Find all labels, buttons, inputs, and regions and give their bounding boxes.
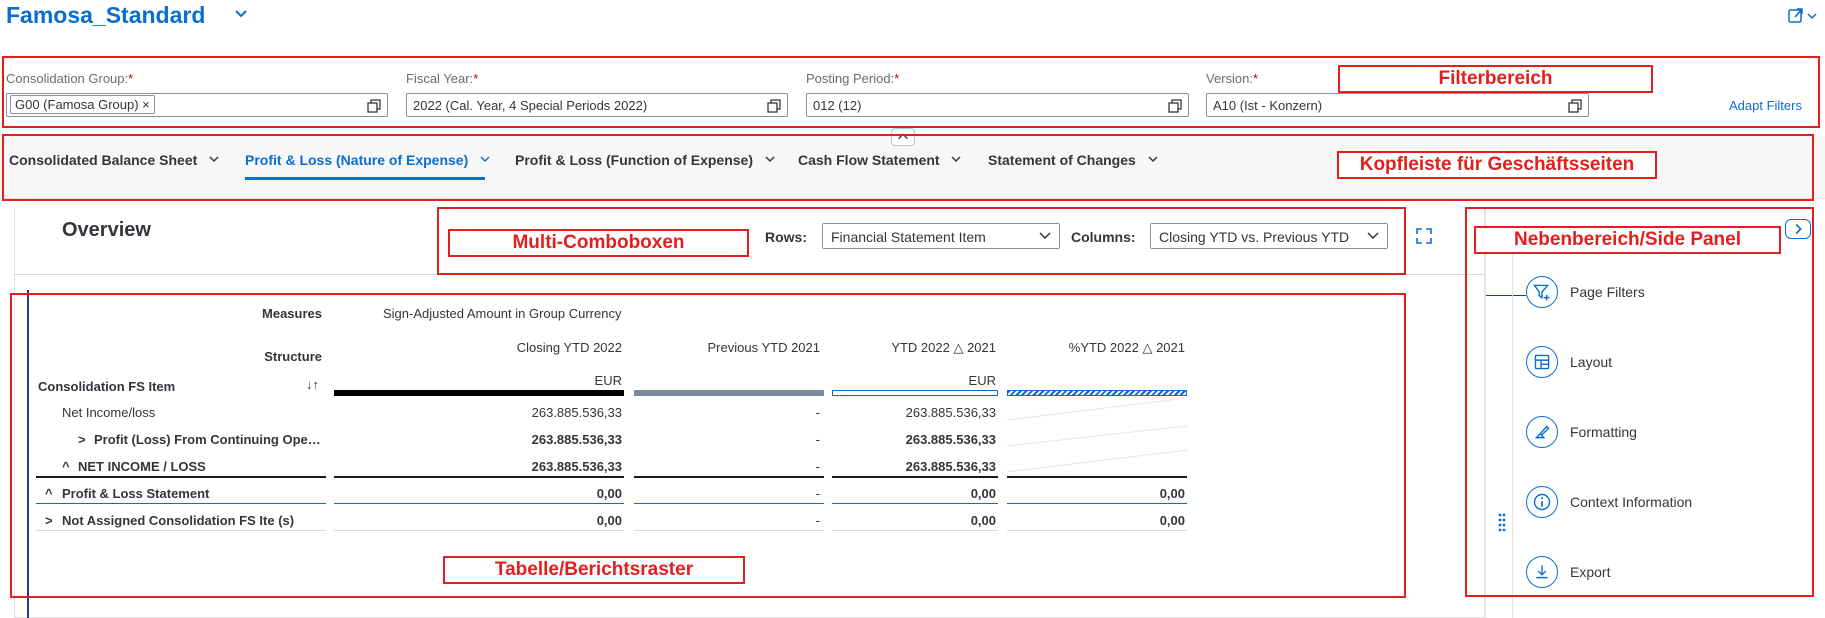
share-icon[interactable] [1787, 7, 1819, 25]
annotation-label-tab-bar: Kopfleiste für Geschäftsseiten [1337, 151, 1657, 179]
annotation-label-combos: Multi-Comboboxen [448, 229, 749, 257]
annotation-frame-table [10, 293, 1406, 598]
page-title[interactable]: Famosa_Standard [6, 2, 205, 29]
annotation-label-table: Tabelle/Berichtsraster [443, 556, 745, 584]
annotation-label-side-panel: Nebenbereich/Side Panel [1474, 226, 1781, 254]
overview-title: Overview [62, 219, 151, 241]
chevron-down-icon[interactable] [232, 5, 250, 23]
annotation-label-filter-area: Filterbereich [1338, 65, 1653, 93]
annotation-frame-side-panel [1465, 207, 1814, 597]
fullscreen-icon[interactable] [1415, 227, 1433, 245]
